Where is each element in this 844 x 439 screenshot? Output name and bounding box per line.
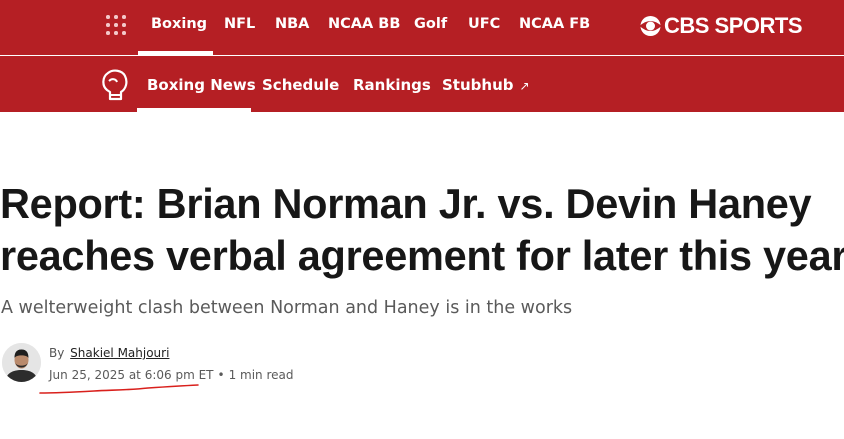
subnav-schedule[interactable]: Schedule (262, 76, 339, 94)
nav-nba[interactable]: NBA (275, 16, 309, 32)
nav-boxing[interactable]: Boxing (151, 16, 207, 32)
red-underline-annotation (39, 384, 199, 394)
article-dek: A welterweight clash between Norman and … (1, 298, 573, 318)
active-subnav-indicator (137, 108, 251, 112)
nav-ncaa-fb[interactable]: NCAA FB (519, 16, 590, 32)
subnav-boxing-news[interactable]: Boxing News (147, 76, 256, 94)
subnav-stubhub-label: Stubhub (442, 76, 514, 94)
author-avatar[interactable] (2, 343, 41, 382)
boxing-glove-icon[interactable] (101, 68, 129, 102)
cbs-sports-logo[interactable]: CBS SPORTS (638, 12, 803, 40)
author-photo-icon (2, 343, 41, 382)
nav-nfl[interactable]: NFL (224, 16, 255, 32)
byline-prefix: By (49, 346, 65, 360)
headline-line-1: Report: Brian Norman Jr. vs. Devin Haney (0, 180, 812, 227)
author-link[interactable]: Shakiel Mahjouri (70, 346, 169, 360)
subnav-stubhub[interactable]: Stubhub ↗ (442, 76, 530, 94)
cbs-eye-icon (639, 16, 662, 36)
active-sport-indicator (138, 51, 213, 55)
nav-ncaa-bb[interactable]: NCAA BB (328, 16, 400, 32)
subnav-rankings[interactable]: Rankings (353, 76, 431, 94)
article-headline: Report: Brian Norman Jr. vs. Devin Haney… (0, 178, 844, 282)
byline: By Shakiel Mahjouri (49, 346, 169, 360)
nav-golf[interactable]: Golf (414, 16, 447, 32)
grid-menu-icon[interactable] (106, 15, 126, 35)
nav-ufc[interactable]: UFC (468, 16, 500, 32)
external-link-icon: ↗ (519, 79, 530, 93)
logo-text: CBS SPORTS (664, 13, 803, 38)
read-time: 1 min read (228, 368, 294, 382)
meta-separator: • (217, 368, 225, 382)
headline-line-2: reaches verbal agreement for later this … (0, 232, 844, 279)
